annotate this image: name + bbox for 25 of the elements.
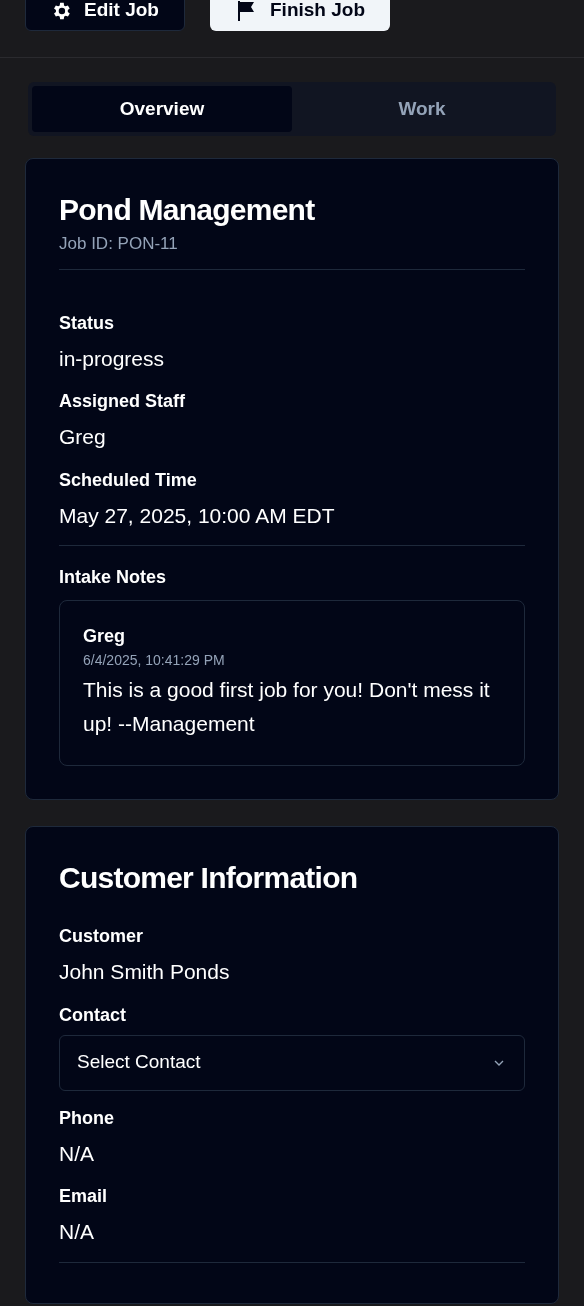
field-value: in-progress xyxy=(59,345,166,372)
field-label: Contact xyxy=(59,1003,127,1027)
note-text: This is a good first job for you! Don't mess it up! --Management xyxy=(83,677,491,737)
note-author: Greg xyxy=(83,625,126,648)
job-title: Pond Management xyxy=(59,192,316,228)
notes-label: Intake Notes xyxy=(59,566,168,589)
field-value: John Smith Ponds xyxy=(59,959,231,985)
field-label: Scheduled Time xyxy=(59,468,198,492)
field-label: Assigned Staff xyxy=(59,390,187,413)
section-title: Customer Information xyxy=(59,860,359,896)
tab[interactable]: Work xyxy=(292,86,552,132)
field-label: Phone xyxy=(59,1106,115,1130)
job-id: Job ID: PON-11 xyxy=(59,233,179,255)
note-time: 6/4/2025, 10:41:29 PM xyxy=(83,651,226,670)
field-value: May 27, 2025, 10:00 AM EDT xyxy=(59,502,336,529)
field-label: Customer xyxy=(59,925,144,948)
tab[interactable]: Overview xyxy=(32,86,292,132)
contact-select[interactable]: Select Contact xyxy=(59,1034,525,1091)
field-label: Email xyxy=(59,1185,109,1208)
field-value: N/A xyxy=(59,1140,95,1167)
field-value: N/A xyxy=(59,1219,95,1245)
edit-button[interactable]: Edit Job xyxy=(25,0,185,31)
finish-button[interactable]: Finish Job xyxy=(210,0,390,31)
field-label: Status xyxy=(59,311,115,335)
field-value: Greg xyxy=(59,424,107,450)
